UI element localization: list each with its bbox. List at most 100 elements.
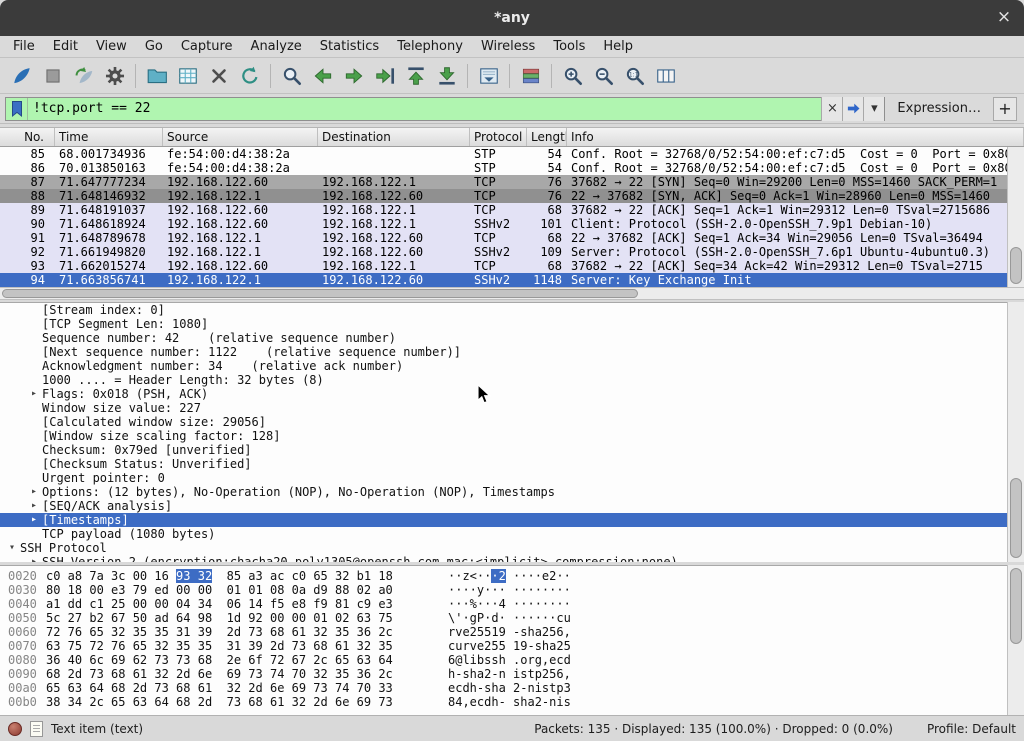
hex-bytes[interactable]: 72 76 65 32 35 35 31 39 2d 73 68 61 32 3… — [46, 625, 393, 639]
detail-line[interactable]: [Next sequence number: 1122 (relative se… — [0, 345, 1024, 359]
resize-columns-button[interactable] — [650, 61, 681, 90]
detail-line[interactable]: Window size value: 227 — [0, 401, 1024, 415]
restart-capture-button[interactable] — [68, 61, 99, 90]
hex-row[interactable]: 0040a1 dd c1 25 00 00 04 34 06 14 f5 e8 … — [0, 597, 1024, 611]
hex-bytes[interactable]: 68 2d 73 68 61 32 2d 6e 69 73 74 70 32 3… — [46, 667, 393, 681]
column-header-protocol[interactable]: Protocol — [470, 128, 527, 146]
packet-row[interactable]: 9471.663856741192.168.122.1192.168.122.6… — [0, 273, 1007, 287]
packet-row[interactable]: 9071.648618924192.168.122.60192.168.122.… — [0, 217, 1007, 231]
hex-ascii[interactable]: h-sha2-n istp256, — [448, 667, 571, 681]
colorize-packets-button[interactable] — [515, 61, 546, 90]
hex-ascii[interactable]: \'·gP·d· ······cu — [448, 611, 571, 625]
hex-ascii[interactable]: ··z<···2 ····e2·· — [448, 569, 571, 583]
expand-arrow-icon[interactable]: ▸ — [26, 499, 42, 513]
column-header-length[interactable]: Length — [527, 128, 567, 146]
go-to-packet-button[interactable] — [369, 61, 400, 90]
hex-bytes[interactable]: 5c 27 b2 67 50 ad 64 98 1d 92 00 00 01 0… — [46, 611, 393, 625]
filter-add-button[interactable]: + — [993, 97, 1017, 121]
detail-line[interactable]: [Calculated window size: 29056] — [0, 415, 1024, 429]
detail-line[interactable]: 1000 .... = Header Length: 32 bytes (8) — [0, 373, 1024, 387]
packet-row[interactable]: 8568.001734936fe:54:00:d4:38:2aSTP54Conf… — [0, 147, 1007, 161]
hex-row[interactable]: 00b038 34 2c 65 63 64 68 2d 73 68 61 32 … — [0, 695, 1024, 709]
packet-row[interactable]: 9271.661949820192.168.122.1192.168.122.6… — [0, 245, 1007, 259]
detail-line[interactable]: [Window size scaling factor: 128] — [0, 429, 1024, 443]
go-last-packet-button[interactable] — [431, 61, 462, 90]
save-file-button[interactable] — [172, 61, 203, 90]
hex-bytes[interactable]: 65 63 64 68 2d 73 68 61 32 2d 6e 69 73 7… — [46, 681, 393, 695]
filter-dropdown-button[interactable]: ▾ — [863, 97, 884, 121]
window-close-button[interactable]: × — [994, 8, 1014, 28]
packet-row[interactable]: 8971.648191037192.168.122.60192.168.122.… — [0, 203, 1007, 217]
detail-line[interactable]: Sequence number: 42 (relative sequence n… — [0, 331, 1024, 345]
zoom-out-button[interactable] — [588, 61, 619, 90]
hex-ascii[interactable]: 84,ecdh- sha2-nis — [448, 695, 571, 709]
detail-line[interactable]: Urgent pointer: 0 — [0, 471, 1024, 485]
column-header-source[interactable]: Source — [163, 128, 318, 146]
hex-bytes[interactable]: 36 40 6c 69 62 73 73 68 2e 6f 72 67 2c 6… — [46, 653, 393, 667]
filter-field[interactable]: × ▾ — [5, 97, 885, 121]
go-forward-button[interactable] — [338, 61, 369, 90]
packet-list-hscrollbar-thumb[interactable] — [2, 289, 638, 298]
hex-ascii[interactable]: 6@libssh .org,ecd — [448, 653, 571, 667]
detail-line[interactable]: TCP payload (1080 bytes) — [0, 527, 1024, 541]
menu-edit[interactable]: Edit — [44, 37, 87, 56]
packet-list-hscrollbar[interactable] — [0, 287, 1024, 300]
expert-info-icon[interactable] — [8, 722, 22, 736]
packet-row[interactable]: 9171.648789678192.168.122.1192.168.122.6… — [0, 231, 1007, 245]
filter-apply-button[interactable] — [842, 97, 863, 121]
menu-tools[interactable]: Tools — [544, 37, 594, 56]
hex-row[interactable]: 006072 76 65 32 35 35 31 39 2d 73 68 61 … — [0, 625, 1024, 639]
menu-analyze[interactable]: Analyze — [242, 37, 311, 56]
packet-row[interactable]: 8670.013850163fe:54:00:d4:38:2aSTP54Conf… — [0, 161, 1007, 175]
status-profile[interactable]: Profile: Default — [927, 722, 1016, 736]
detail-line[interactable]: ▸SSH Version 2 (encryption:chacha20-poly… — [0, 555, 1024, 562]
menu-file[interactable]: File — [4, 37, 44, 56]
packet-row[interactable]: 8871.648146932192.168.122.1192.168.122.6… — [0, 189, 1007, 203]
detail-line[interactable]: Checksum: 0x79ed [unverified] — [0, 443, 1024, 457]
title-bar[interactable]: *any × — [0, 0, 1024, 36]
open-file-button[interactable] — [141, 61, 172, 90]
zoom-in-button[interactable] — [557, 61, 588, 90]
hex-row[interactable]: 009068 2d 73 68 61 32 2d 6e 69 73 74 70 … — [0, 667, 1024, 681]
detail-line[interactable]: [TCP Segment Len: 1080] — [0, 317, 1024, 331]
column-header-destination[interactable]: Destination — [318, 128, 470, 146]
hex-bytes[interactable]: c0 a8 7a 3c 00 16 93 32 85 a3 ac c0 65 3… — [46, 569, 393, 583]
details-vscrollbar[interactable] — [1007, 302, 1024, 562]
column-header-time[interactable]: Time — [55, 128, 163, 146]
bookmark-icon[interactable] — [6, 98, 28, 120]
packet-list-vscrollbar[interactable] — [1007, 147, 1024, 287]
details-vscrollbar-thumb[interactable] — [1010, 478, 1022, 558]
menu-telephony[interactable]: Telephony — [388, 37, 472, 56]
detail-line[interactable]: [Checksum Status: Unverified] — [0, 457, 1024, 471]
packet-list-vscrollbar-thumb[interactable] — [1010, 247, 1022, 284]
capture-comment-icon[interactable] — [30, 721, 43, 737]
menu-wireless[interactable]: Wireless — [472, 37, 544, 56]
hex-vscrollbar-thumb[interactable] — [1010, 568, 1022, 644]
hex-bytes[interactable]: 80 18 00 e3 79 ed 00 00 01 01 08 0a d9 8… — [46, 583, 393, 597]
hex-ascii[interactable]: curve255 19-sha25 — [448, 639, 571, 653]
column-header-info[interactable]: Info — [567, 128, 1024, 146]
menu-capture[interactable]: Capture — [172, 37, 242, 56]
hex-row[interactable]: 007063 75 72 76 65 32 35 35 31 39 2d 73 … — [0, 639, 1024, 653]
hex-row[interactable]: 003080 18 00 e3 79 ed 00 00 01 01 08 0a … — [0, 583, 1024, 597]
close-file-button[interactable] — [203, 61, 234, 90]
hex-ascii[interactable]: ····y··· ········ — [448, 583, 571, 597]
stop-capture-button[interactable] — [37, 61, 68, 90]
hex-bytes[interactable]: 38 34 2c 65 63 64 68 2d 73 68 61 32 2d 6… — [46, 695, 393, 709]
hex-ascii[interactable]: ···%···4 ········ — [448, 597, 571, 611]
detail-line[interactable]: ▸Flags: 0x018 (PSH, ACK) — [0, 387, 1024, 401]
expand-arrow-icon[interactable]: ▸ — [26, 555, 42, 562]
packet-row[interactable]: 9371.662015274192.168.122.60192.168.122.… — [0, 259, 1007, 273]
hex-row[interactable]: 0020c0 a8 7a 3c 00 16 93 32 85 a3 ac c0 … — [0, 569, 1024, 583]
menu-go[interactable]: Go — [136, 37, 172, 56]
reload-file-button[interactable] — [234, 61, 265, 90]
hex-ascii[interactable]: ecdh-sha 2-nistp3 — [448, 681, 571, 695]
detail-line[interactable]: [Stream index: 0] — [0, 303, 1024, 317]
display-filter-input[interactable] — [28, 99, 821, 119]
hex-row[interactable]: 00505c 27 b2 67 50 ad 64 98 1d 92 00 00 … — [0, 611, 1024, 625]
hex-row[interactable]: 00a065 63 64 68 2d 73 68 61 32 2d 6e 69 … — [0, 681, 1024, 695]
expression-button[interactable]: Expression… — [885, 101, 993, 116]
packet-row[interactable]: 8771.647777234192.168.122.60192.168.122.… — [0, 175, 1007, 189]
hex-vscrollbar[interactable] — [1007, 565, 1024, 715]
detail-line[interactable]: ▸Options: (12 bytes), No-Operation (NOP)… — [0, 485, 1024, 499]
